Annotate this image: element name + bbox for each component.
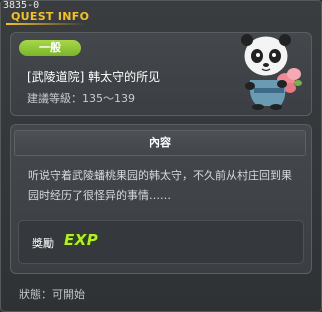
window-title: QUEST INFO <box>11 10 90 23</box>
exp-reward-icon: EXP <box>64 231 99 249</box>
reward-label: 獎勵 <box>32 237 54 250</box>
quest-status: 狀態：可開始 <box>19 288 85 301</box>
quest-type-badge: 一般 <box>19 40 81 56</box>
quest-description: 听说守着武陵蟠桃果园的韩太守，不久前从村庄回到果园时经历了很怪异的事情…… <box>28 169 292 202</box>
title-underline <box>6 23 86 25</box>
quest-name: [武陵道院] 韩太守的所见 <box>27 70 161 84</box>
recommended-level: 建議等級：135～139 <box>27 92 135 105</box>
reward-box <box>18 220 304 264</box>
panda-npc-icon <box>228 28 310 110</box>
content-header: 內容 <box>14 130 306 156</box>
